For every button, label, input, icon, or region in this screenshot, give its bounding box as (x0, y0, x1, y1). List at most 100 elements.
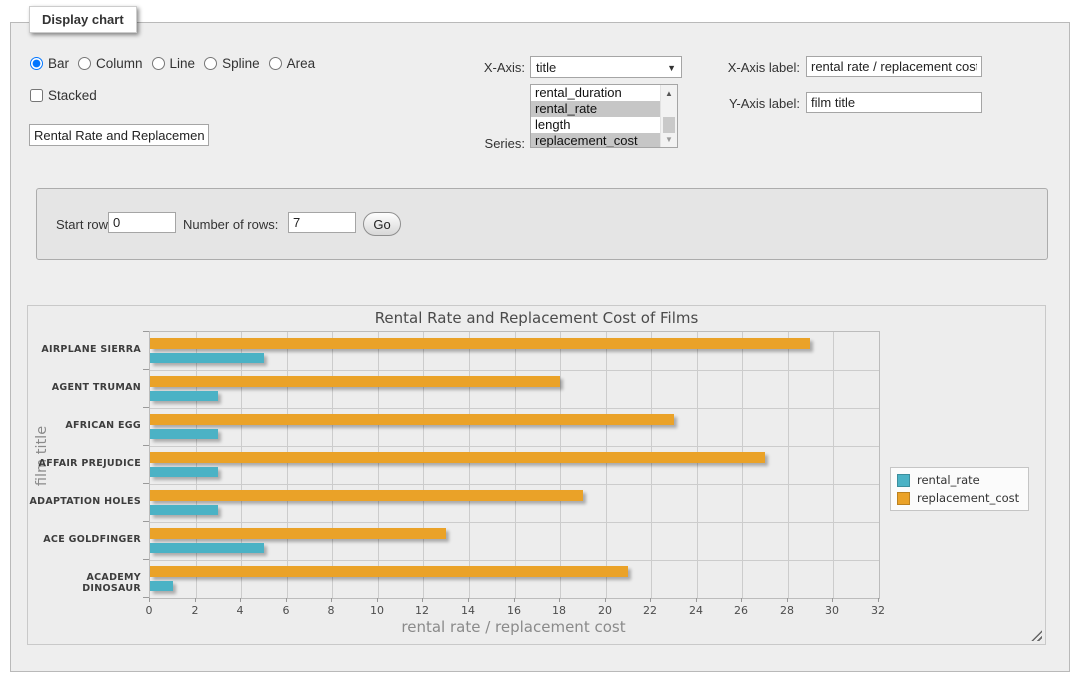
x-tick-label: 8 (313, 604, 349, 617)
chart-type-option-column[interactable]: Column (78, 56, 143, 71)
go-button[interactable]: Go (363, 212, 401, 236)
radio-label: Area (287, 56, 316, 71)
x-axis-label-input[interactable] (806, 56, 982, 77)
gridline-x (560, 332, 561, 598)
series-label: Series: (425, 136, 525, 151)
chart-type-option-area[interactable]: Area (269, 56, 316, 71)
radio-area[interactable] (269, 57, 282, 70)
series-option-rental_duration[interactable]: rental_duration (531, 85, 660, 101)
bar-rental_rate (150, 467, 218, 477)
x-tick-label: 20 (587, 604, 623, 617)
start-row-label: Start row: (56, 217, 112, 232)
chart-container: Rental Rate and Replacement Cost of Film… (27, 305, 1046, 645)
x-tick-label: 10 (359, 604, 395, 617)
x-tick-mark (559, 598, 560, 602)
row-controls-panel: Start row: Number of rows: Go (36, 188, 1048, 260)
category-label: ACADEMY DINOSAUR (28, 572, 141, 594)
x-tick-label: 4 (222, 604, 258, 617)
page: Display chart Bar Column Line Spline Area St… (0, 0, 1081, 681)
radio-line[interactable] (152, 57, 165, 70)
series-option-length[interactable]: length (531, 117, 660, 133)
resize-grip-icon[interactable] (1031, 630, 1042, 641)
x-tick-label: 24 (678, 604, 714, 617)
chart-type-option-bar[interactable]: Bar (30, 56, 69, 71)
num-rows-label: Number of rows: (183, 217, 278, 232)
bar-replacement_cost (150, 490, 583, 501)
gridline-x (697, 332, 698, 598)
y-tick-mark (143, 407, 149, 408)
x-tick-mark (240, 598, 241, 602)
num-rows-input[interactable] (288, 212, 356, 233)
chart-type-radios: Bar Column Line Spline Area (30, 56, 324, 71)
series-option-replacement_cost[interactable]: replacement_cost (531, 133, 660, 148)
radio-column[interactable] (78, 57, 91, 70)
series-options: rental_durationrental_ratelengthreplacem… (531, 85, 660, 147)
gridline-x (378, 332, 379, 598)
legend-label: replacement_cost (917, 491, 1019, 505)
x-tick-mark (741, 598, 742, 602)
gridline-y (150, 560, 879, 561)
gridline-x (423, 332, 424, 598)
chart-title-input[interactable] (29, 124, 209, 146)
chart-type-option-spline[interactable]: Spline (204, 56, 260, 71)
radio-spline[interactable] (204, 57, 217, 70)
chart-type-option-line[interactable]: Line (152, 56, 196, 71)
y-axis-label-field-label: Y-Axis label: (700, 96, 800, 111)
y-tick-mark (143, 597, 149, 598)
x-tick-label: 0 (131, 604, 167, 617)
y-axis-label-input[interactable] (806, 92, 982, 113)
radio-label: Bar (48, 56, 69, 71)
gridline-y (150, 446, 879, 447)
gridline-x (332, 332, 333, 598)
x-tick-label: 16 (496, 604, 532, 617)
bar-replacement_cost (150, 376, 560, 387)
bar-replacement_cost (150, 528, 446, 539)
x-tick-label: 14 (450, 604, 486, 617)
start-row-input[interactable] (108, 212, 176, 233)
bar-rental_rate (150, 581, 173, 591)
y-tick-mark (143, 483, 149, 484)
series-scrollbar[interactable]: ▲ ▼ (660, 85, 677, 147)
gridline-y (150, 522, 879, 523)
x-tick-label: 22 (632, 604, 668, 617)
scrollbar-thumb[interactable] (663, 117, 675, 133)
radio-label: Line (170, 56, 196, 71)
bar-rental_rate (150, 543, 264, 553)
gridline-x (196, 332, 197, 598)
category-label: AGENT TRUMAN (28, 382, 141, 393)
gridline-x (788, 332, 789, 598)
x-tick-label: 12 (404, 604, 440, 617)
x-tick-label: 32 (860, 604, 896, 617)
x-tick-mark (650, 598, 651, 602)
category-label: AFFAIR PREJUDICE (28, 458, 141, 469)
x-tick-label: 2 (177, 604, 213, 617)
series-listbox[interactable]: rental_durationrental_ratelengthreplacem… (530, 84, 678, 148)
gridline-x (742, 332, 743, 598)
x-tick-mark (696, 598, 697, 602)
fieldset-legend: Display chart (29, 6, 137, 33)
radio-bar[interactable] (30, 57, 43, 70)
x-tick-mark (605, 598, 606, 602)
x-axis-select[interactable]: title ▼ (530, 56, 682, 78)
radio-label: Spline (222, 56, 260, 71)
radio-label: Column (96, 56, 143, 71)
x-tick-mark (195, 598, 196, 602)
stacked-checkbox[interactable] (30, 89, 43, 102)
x-tick-mark (286, 598, 287, 602)
chart-legend: rental_ratereplacement_cost (890, 467, 1029, 511)
gridline-y (150, 370, 879, 371)
gridline-x (287, 332, 288, 598)
y-tick-mark (143, 559, 149, 560)
gridline-x (606, 332, 607, 598)
category-label: AFRICAN EGG (28, 420, 141, 431)
x-axis-title: rental rate / replacement cost (149, 618, 878, 636)
x-tick-mark (149, 598, 150, 602)
x-tick-mark (514, 598, 515, 602)
legend-swatch (897, 474, 910, 487)
series-option-rental_rate[interactable]: rental_rate (531, 101, 660, 117)
scroll-up-icon[interactable]: ▲ (661, 86, 677, 100)
x-tick-mark (377, 598, 378, 602)
gridline-y (150, 484, 879, 485)
bar-replacement_cost (150, 452, 765, 463)
scroll-down-icon[interactable]: ▼ (661, 132, 677, 146)
